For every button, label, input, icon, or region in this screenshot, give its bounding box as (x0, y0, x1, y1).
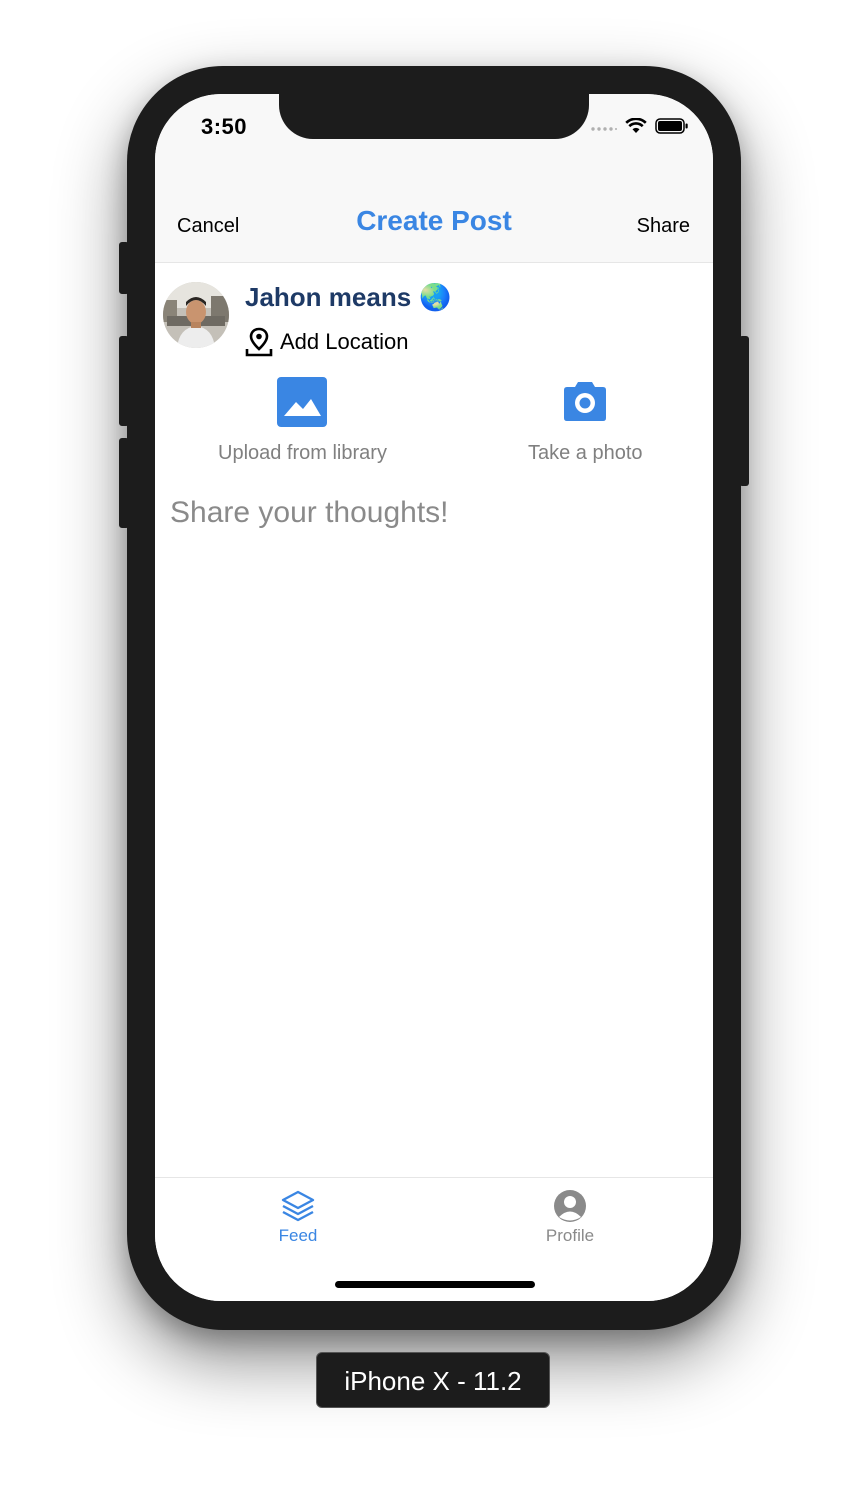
mute-switch (119, 242, 129, 294)
image-icon (277, 377, 328, 427)
phone-screen: Cancel Create Post Share 3:50 Jahon mean… (155, 94, 713, 1301)
camera-icon (564, 382, 607, 421)
notch (279, 94, 589, 139)
user-circle-icon (554, 1190, 586, 1222)
add-location-label: Add Location (280, 329, 409, 354)
take-photo-button[interactable]: Take a photo (528, 376, 643, 465)
username-row: Jahon means 🌏 (245, 282, 452, 313)
power-button (739, 336, 749, 486)
upload-from-library-button[interactable]: Upload from library (218, 376, 387, 465)
cancel-button[interactable]: Cancel (177, 215, 239, 238)
volume-down-button (119, 438, 129, 528)
tab-feed-label: Feed (278, 1226, 318, 1245)
username: Jahon means (245, 282, 412, 312)
globe-emoji: 🌏 (419, 282, 452, 312)
battery-icon (655, 118, 688, 134)
photo-label: Take a photo (528, 442, 643, 464)
wifi-icon (625, 118, 647, 133)
tab-feed[interactable]: Feed (238, 1188, 358, 1246)
layers-icon (281, 1190, 315, 1222)
device-label: iPhone X - 11.2 (316, 1352, 550, 1408)
volume-up-button (119, 336, 129, 426)
tab-profile[interactable]: Profile (510, 1188, 630, 1246)
share-button[interactable]: Share (637, 215, 690, 238)
map-pin-icon (245, 327, 273, 357)
status-time: 3:50 (201, 114, 248, 139)
add-location-button[interactable]: Add Location (244, 326, 408, 358)
avatar (163, 282, 229, 348)
status-indicators (591, 118, 689, 134)
tab-profile-label: Profile (545, 1226, 595, 1245)
post-text-input[interactable]: Share your thoughts! (170, 496, 449, 530)
upload-label: Upload from library (218, 442, 387, 464)
cellular-signal-icon (591, 127, 617, 131)
home-indicator (335, 1281, 535, 1288)
